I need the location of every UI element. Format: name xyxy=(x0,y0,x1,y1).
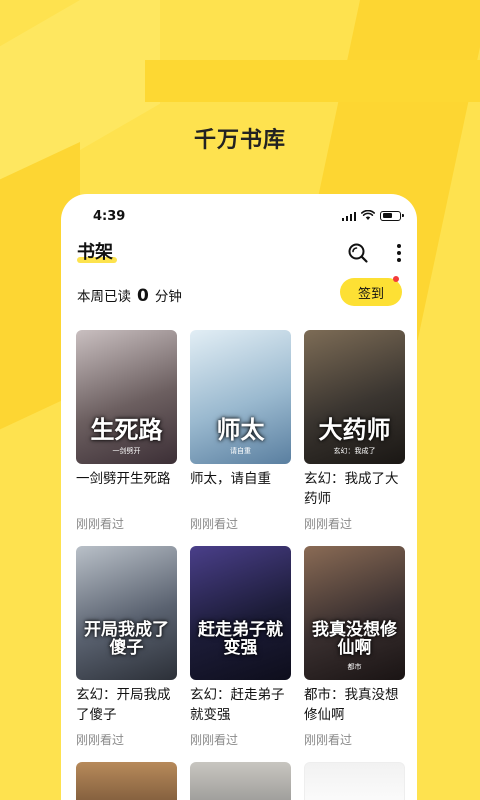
status-bar: 4:39 xyxy=(61,194,417,238)
book-cover[interactable] xyxy=(76,762,177,800)
cover-subtitle: 请自重 xyxy=(230,447,251,455)
checkin-button[interactable]: 签到 xyxy=(340,278,402,306)
cover-subtitle: 一剑劈开 xyxy=(112,447,141,455)
reading-prefix: 本周已读 xyxy=(77,289,131,305)
book-cover[interactable] xyxy=(190,762,291,800)
book-cover[interactable]: 开局我成了傻子 xyxy=(76,546,177,680)
book-read-status: 刚刚看过 xyxy=(304,733,353,747)
wifi-icon xyxy=(361,210,375,220)
phone-screen: 4:39 书架 本周已读 0 分钟 签到 生死路 一剑劈开 一剑劈开生死路 刚刚… xyxy=(61,194,417,800)
book-cover[interactable]: 赶走弟子就变强 xyxy=(190,546,291,680)
notification-dot xyxy=(393,276,399,282)
cover-title: 大药师 xyxy=(318,414,391,444)
book-cover[interactable]: 师太 请自重 xyxy=(190,330,291,464)
cover-title: 师太 xyxy=(216,414,265,444)
book-title[interactable]: 师太，请自重 xyxy=(190,469,291,509)
book-read-status: 刚刚看过 xyxy=(304,517,353,531)
status-icons xyxy=(341,210,404,221)
app-header: 书架 xyxy=(61,238,417,274)
weekly-reading-row: 本周已读 0 分钟 签到 xyxy=(61,276,417,310)
book-read-status: 刚刚看过 xyxy=(190,517,239,531)
book-item[interactable]: 大药师 玄幻：我成了 玄幻：我成了大药师 刚刚看过 xyxy=(304,330,405,531)
cover-title: 赶走弟子就变强 xyxy=(198,620,283,659)
book-item[interactable]: 开局我成了傻子 玄幻：开局我成了傻子刚刚看过 xyxy=(76,546,177,747)
search-icon[interactable] xyxy=(347,242,369,264)
reading-suffix: 分钟 xyxy=(154,289,182,305)
cover-subtitle: 都市 xyxy=(347,663,362,671)
background-shape xyxy=(145,60,480,102)
status-time: 4:39 xyxy=(93,209,126,224)
book-read-status: 刚刚看过 xyxy=(76,733,125,747)
book-cover[interactable]: 大药师玄幻：我成了 xyxy=(304,330,405,464)
book-item[interactable]: 师太请自重师太，请自重刚刚看过 xyxy=(190,330,291,531)
cover-title: 我真没想修仙啊 xyxy=(312,620,397,659)
promo-headline: 千万书库 xyxy=(193,128,286,153)
cover-subtitle: 玄幻：我成了 xyxy=(333,447,376,455)
cover-title: 生死路 xyxy=(90,414,163,444)
cover-title: 开局我成了傻子 xyxy=(84,620,169,659)
book-read-status: 刚刚看过 xyxy=(190,733,239,747)
weekly-reading-text: 本周已读 0 分钟 xyxy=(77,285,182,306)
book-title[interactable]: 玄幻：赶走弟子就变强 xyxy=(190,685,291,725)
battery-icon xyxy=(380,210,404,221)
more-icon[interactable] xyxy=(393,242,405,264)
book-item[interactable]: 赶走弟子就变强 玄幻：赶走弟子就变强刚刚看过 xyxy=(190,546,291,747)
reading-minutes: 0 xyxy=(137,286,149,306)
book-title[interactable]: 都市：我真没想修仙啊 xyxy=(304,685,405,725)
bookshelf-grid: 生死路 一剑劈开 一剑劈开生死路 刚刚看过 师太 请自重 师太，请自重 刚刚看过 大药师 玄幻：我… xyxy=(76,330,406,800)
page-title: 书架 xyxy=(77,242,113,263)
book-item[interactable]: 生死路 一剑劈开 一剑劈开生死路 刚刚看过 xyxy=(76,330,177,531)
book-item[interactable]: 我真没想修仙啊都市都市：我真没想修仙啊刚刚看过 xyxy=(304,546,405,747)
book-title[interactable]: 一剑劈开生死路 xyxy=(76,469,177,509)
book-title[interactable]: 玄幻：开局我成了傻子 xyxy=(76,685,177,725)
book-read-status: 刚刚看过 xyxy=(76,517,125,531)
book-cover[interactable] xyxy=(304,762,405,800)
book-title[interactable]: 玄幻：我成了大药师 xyxy=(304,469,405,509)
signal-icon xyxy=(341,211,356,221)
book-cover[interactable]: 生死路 一剑劈开 xyxy=(76,330,177,464)
book-cover[interactable]: 我真没想修仙啊 都市 xyxy=(304,546,405,680)
